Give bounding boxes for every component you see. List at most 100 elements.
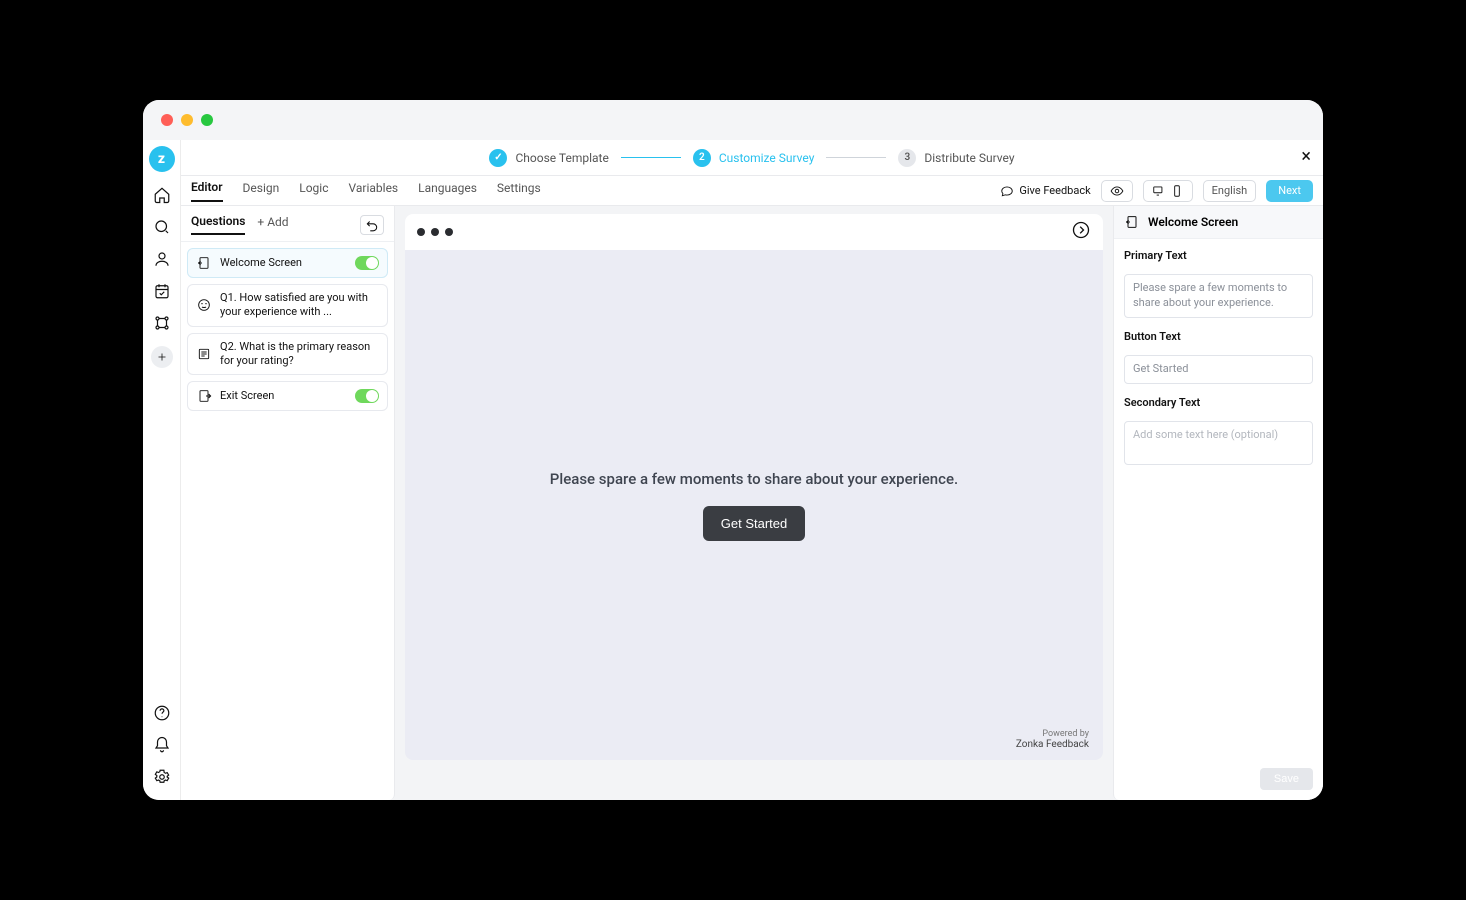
question-label: Exit Screen xyxy=(220,389,347,403)
exit-toggle[interactable] xyxy=(355,389,379,403)
preview-body: Please spare a few moments to share abou… xyxy=(405,250,1103,760)
step-number: 2 xyxy=(693,149,711,167)
primary-text-input[interactable]: Please spare a few moments to share abou… xyxy=(1124,274,1313,318)
app-window: z ✓ Choose Template 2 xyxy=(143,100,1323,800)
undo-history-button[interactable] xyxy=(360,215,384,235)
question-item-q1[interactable]: Q1. How satisfied are you with your expe… xyxy=(187,284,388,327)
brand-logo[interactable]: z xyxy=(149,146,175,172)
editor-right-controls: Give Feedback English Next xyxy=(1000,180,1313,202)
rail-settings[interactable] xyxy=(153,768,171,786)
secondary-text-input[interactable]: Add some text here (optional) xyxy=(1124,421,1313,465)
eye-icon xyxy=(1110,184,1124,198)
questions-panel: Questions + Add Welcome Screen Q1. How s… xyxy=(181,206,395,800)
chevron-right-circle-icon xyxy=(1071,220,1091,240)
app-body: z ✓ Choose Template 2 xyxy=(143,140,1323,800)
preview-toolbar xyxy=(405,214,1103,250)
properties-header: Welcome Screen xyxy=(1114,206,1323,239)
gear-icon xyxy=(153,768,171,786)
home-icon xyxy=(153,186,171,204)
rail-contacts[interactable] xyxy=(153,250,171,268)
save-button[interactable]: Save xyxy=(1260,768,1313,790)
check-icon: ✓ xyxy=(489,149,507,167)
window-titlebar xyxy=(143,100,1323,140)
nav-rail: z xyxy=(143,140,181,800)
qtab-questions[interactable]: Questions xyxy=(191,214,245,235)
welcome-toggle[interactable] xyxy=(355,256,379,270)
workflow-icon xyxy=(153,314,171,332)
calendar-check-icon xyxy=(153,282,171,300)
questions-list: Welcome Screen Q1. How satisfied are you… xyxy=(181,242,394,417)
close-button[interactable]: × xyxy=(1301,148,1311,166)
step-connector xyxy=(826,157,886,158)
window-close-dot[interactable] xyxy=(161,114,173,126)
question-item-welcome[interactable]: Welcome Screen xyxy=(187,248,388,278)
window-minimize-dot[interactable] xyxy=(181,114,193,126)
preview-cta-button[interactable]: Get Started xyxy=(703,506,805,541)
tab-logic[interactable]: Logic xyxy=(299,181,328,201)
question-label: Q1. How satisfied are you with your expe… xyxy=(220,291,379,320)
rail-notifications[interactable] xyxy=(153,736,171,754)
rail-workflows[interactable] xyxy=(153,314,171,332)
workspace: Questions + Add Welcome Screen Q1. How s… xyxy=(181,206,1323,800)
preview-eye-button[interactable] xyxy=(1101,180,1133,202)
powered-by-small: Powered by xyxy=(1016,729,1089,739)
question-item-q2[interactable]: Q2. What is the primary reason for your … xyxy=(187,333,388,376)
properties-panel: Welcome Screen Primary Text Please spare… xyxy=(1113,206,1323,800)
question-icon xyxy=(153,704,171,722)
next-label: Next xyxy=(1278,184,1301,197)
tab-editor[interactable]: Editor xyxy=(191,180,223,202)
next-button[interactable]: Next xyxy=(1266,180,1313,202)
rail-add[interactable] xyxy=(151,346,173,368)
stepper-bar: ✓ Choose Template 2 Customize Survey 3 D… xyxy=(181,140,1323,176)
preview-headline: Please spare a few moments to share abou… xyxy=(550,470,958,488)
qtab-add[interactable]: + Add xyxy=(257,215,288,234)
tab-languages[interactable]: Languages xyxy=(418,181,477,201)
preview-progress-dots xyxy=(417,228,453,236)
rail-help[interactable] xyxy=(153,704,171,722)
rating-icon xyxy=(196,297,212,313)
language-select[interactable]: English xyxy=(1203,180,1257,202)
mobile-icon xyxy=(1170,184,1184,198)
rail-home[interactable] xyxy=(153,186,171,204)
exit-screen-icon xyxy=(196,388,212,404)
save-bar: Save xyxy=(1114,758,1323,800)
questions-panel-tabs: Questions + Add xyxy=(181,206,394,242)
survey-preview: Please spare a few moments to share abou… xyxy=(405,214,1103,760)
properties-title: Welcome Screen xyxy=(1148,215,1238,229)
step-choose-template[interactable]: ✓ Choose Template xyxy=(489,149,608,167)
rail-calendar[interactable] xyxy=(153,282,171,300)
step-label: Choose Template xyxy=(515,151,608,165)
powered-by-brand: Zonka Feedback xyxy=(1016,739,1089,750)
step-label: Distribute Survey xyxy=(924,151,1014,165)
secondary-text-label: Secondary Text xyxy=(1124,396,1313,409)
window-zoom-dot[interactable] xyxy=(201,114,213,126)
step-number: 3 xyxy=(898,149,916,167)
properties-body: Primary Text Please spare a few moments … xyxy=(1114,239,1323,475)
device-switch-button[interactable] xyxy=(1143,180,1193,202)
tab-design[interactable]: Design xyxy=(243,181,280,201)
editor-tabs-row: Editor Design Logic Variables Languages … xyxy=(181,176,1323,206)
welcome-screen-icon xyxy=(1124,214,1140,230)
text-icon xyxy=(196,346,212,362)
give-feedback-link[interactable]: Give Feedback xyxy=(1000,184,1090,198)
button-text-input[interactable]: Get Started xyxy=(1124,355,1313,384)
tab-settings[interactable]: Settings xyxy=(497,181,541,201)
tab-variables[interactable]: Variables xyxy=(349,181,399,201)
step-customize-survey[interactable]: 2 Customize Survey xyxy=(693,149,815,167)
main-column: ✓ Choose Template 2 Customize Survey 3 D… xyxy=(181,140,1323,800)
powered-by: Powered by Zonka Feedback xyxy=(1016,729,1089,750)
language-label: English xyxy=(1212,184,1248,197)
preview-next-arrow[interactable] xyxy=(1071,220,1091,244)
question-item-exit[interactable]: Exit Screen xyxy=(187,381,388,411)
step-connector xyxy=(621,157,681,158)
desktop-icon xyxy=(1152,184,1166,198)
rail-search[interactable] xyxy=(153,218,171,236)
button-text-label: Button Text xyxy=(1124,330,1313,343)
bell-icon xyxy=(153,736,171,754)
welcome-screen-icon xyxy=(196,255,212,271)
primary-text-label: Primary Text xyxy=(1124,249,1313,262)
question-label: Q2. What is the primary reason for your … xyxy=(220,340,379,369)
question-label: Welcome Screen xyxy=(220,256,347,270)
step-distribute-survey[interactable]: 3 Distribute Survey xyxy=(898,149,1014,167)
globe-search-icon xyxy=(153,218,171,236)
